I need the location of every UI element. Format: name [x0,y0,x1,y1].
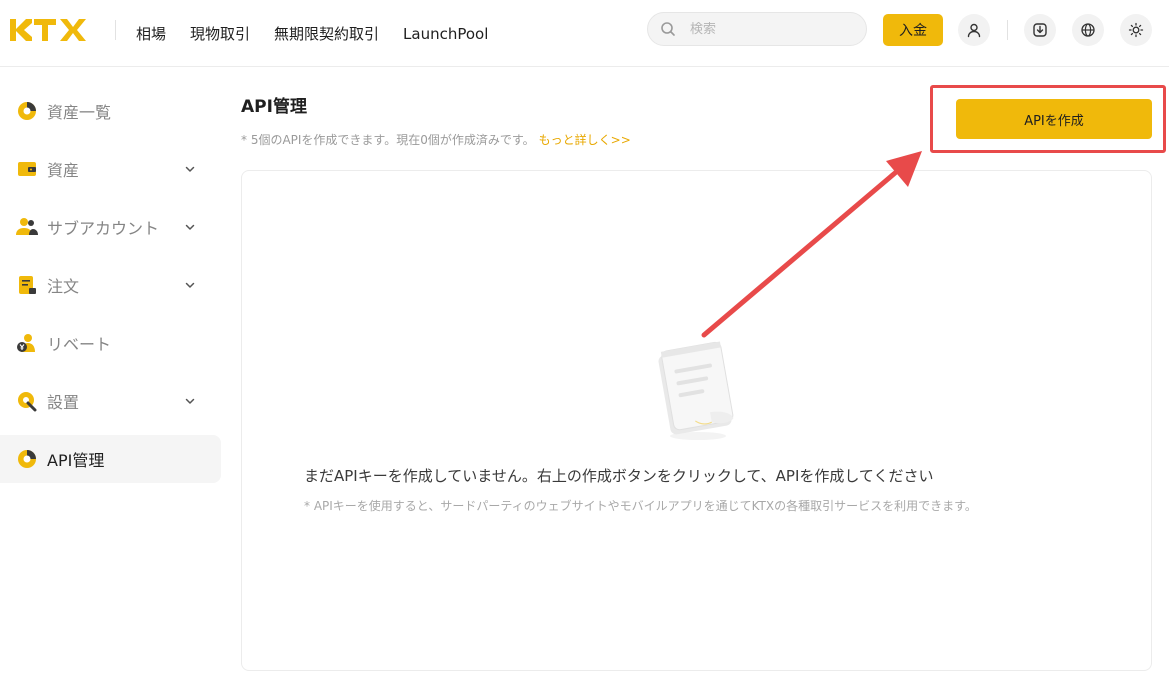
empty-document-icon [646,336,750,444]
nav-market[interactable]: 相場 [136,23,166,44]
sidebar-item-label: 注文 [47,277,80,296]
sidebar-item-label: 資産一覧 [47,103,112,122]
sidebar-item-label: 設置 [47,393,80,412]
chevron-down-icon [183,278,197,292]
sidebar-item-asset-overview[interactable]: 資産一覧 [0,87,221,135]
chevron-down-icon [183,162,197,176]
globe-icon[interactable] [1072,14,1104,46]
deposit-button[interactable]: 入金 [883,14,943,46]
header-divider [115,20,116,40]
create-api-button[interactable]: APIを作成 [956,99,1152,139]
learn-more-link[interactable]: もっと詳しく>> [539,133,631,147]
sun-icon[interactable] [1120,14,1152,46]
pie-chart-icon [16,100,38,122]
api-quota-text: * 5個のAPIを作成できます。現在0個が作成済みです。 [241,133,535,147]
sidebar-item-subaccount[interactable]: サブアカウント [0,203,221,251]
sidebar-item-label: サブアカウント [47,219,160,238]
top-header: 相場 現物取引 無期限契約取引 LaunchPool 入金 [0,0,1169,67]
wallet-icon [16,158,38,180]
sidebar-item-label: API管理 [47,451,105,470]
settings-icon [16,390,38,412]
sidebar-item-label: 資産 [47,161,80,180]
chevron-down-icon [183,220,197,234]
logo-mark [10,19,86,41]
users-icon [16,216,38,238]
sidebar-item-settings[interactable]: 設置 [0,377,221,425]
chevron-down-icon [183,394,197,408]
empty-state-description: * APIキーを使用すると、サードパーティのウェブサイトやモバイルアプリを通じて… [304,499,977,513]
rebate-icon [16,332,38,354]
empty-state-title: まだAPIキーを作成していません。右上の作成ボタンをクリックして、APIを作成し… [304,467,934,485]
search-icon [660,21,676,37]
sidebar-item-api-management[interactable]: API管理 [0,435,221,483]
api-icon [16,448,38,470]
sidebar-item-orders[interactable]: 注文 [0,261,221,309]
user-icon[interactable] [958,14,990,46]
search-box[interactable] [647,12,867,46]
api-quota-info: * 5個のAPIを作成できます。現在0個が作成済みです。 もっと詳しく>> [241,131,631,148]
sidebar: 資産一覧 資産 サブアカウント 注文 リベート 設置 API管理 [0,67,222,689]
download-icon[interactable] [1024,14,1056,46]
ktx-logo[interactable] [10,17,90,43]
search-input[interactable] [690,21,850,37]
nav-perpetual-trading[interactable]: 無期限契約取引 [274,23,379,44]
document-icon [16,274,38,296]
nav-spot-trading[interactable]: 現物取引 [190,23,250,44]
nav-launchpool[interactable]: LaunchPool [403,25,488,43]
sidebar-item-label: リベート [47,335,112,354]
page-title: API管理 [241,97,307,117]
sidebar-item-assets[interactable]: 資産 [0,145,221,193]
header-divider-right [1007,20,1008,40]
main-nav: 相場 現物取引 無期限契約取引 LaunchPool [136,0,488,67]
sidebar-item-rebate[interactable]: リベート [0,319,221,367]
